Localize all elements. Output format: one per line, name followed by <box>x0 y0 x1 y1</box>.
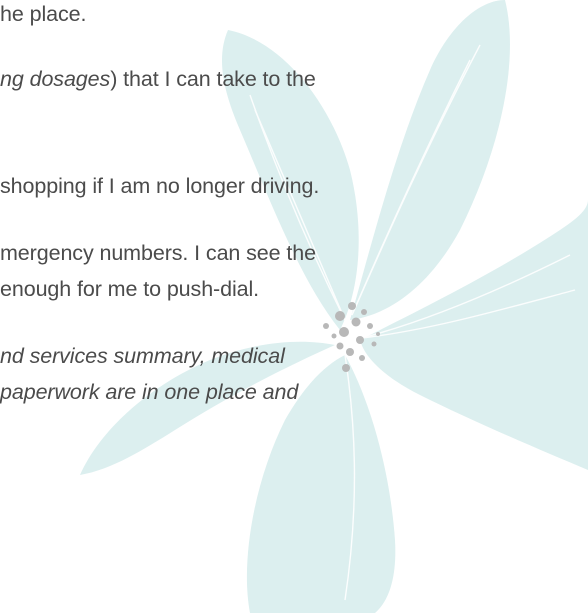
text-line-7: paperwork are in one place and <box>0 378 298 406</box>
text-span: enough for me to push-dial. <box>0 277 260 301</box>
text-line-5: enough for me to push-dial. <box>0 275 259 303</box>
italic-text-span: ng dosages <box>0 67 111 91</box>
text-span: shopping if I am no longer driving. <box>0 174 320 198</box>
italic-text-span: paperwork are in one place and <box>0 380 299 404</box>
text-line-4: mergency numbers. I can see the <box>0 239 316 267</box>
italic-text-span: nd services summary, medical <box>0 344 285 368</box>
text-line-3: shopping if I am no longer driving. <box>0 172 319 200</box>
text-line-1: he place. <box>0 0 86 28</box>
document-body: he place. ng dosages) that I can take to… <box>0 0 588 613</box>
text-span: he place. <box>0 2 87 26</box>
text-span: ) that I can take to the <box>110 67 316 91</box>
text-line-2: ng dosages) that I can take to the <box>0 65 316 93</box>
text-span: mergency numbers. I can see the <box>0 241 316 265</box>
text-line-6: nd services summary, medical <box>0 342 285 370</box>
